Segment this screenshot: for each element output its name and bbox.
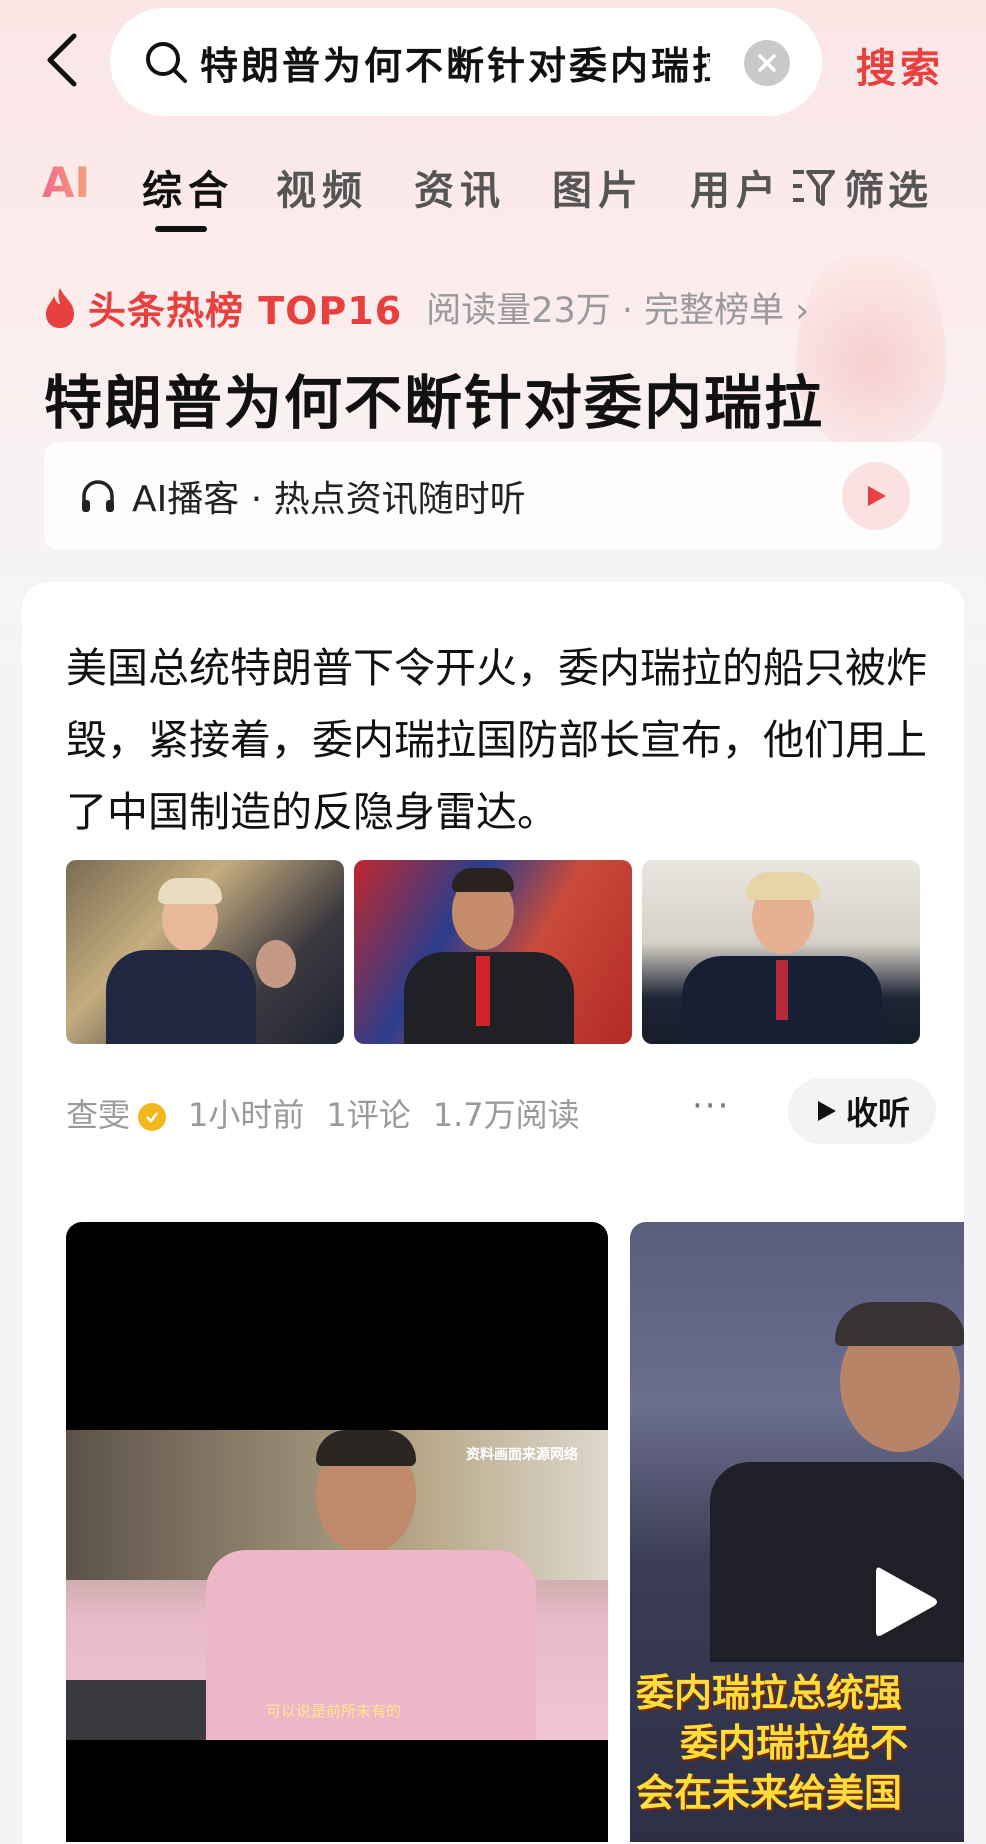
filter-button[interactable]: 筛选 [790, 158, 932, 216]
video-watermark: 资料画面来源网络 [466, 1447, 578, 1463]
page-title: 特朗普为何不断针对委内瑞拉 [44, 369, 825, 437]
person-hair [452, 868, 514, 892]
person-hair [158, 878, 222, 904]
podcast-label: AI播客 · 热点资讯随时听 [132, 479, 526, 520]
hot-list-meta[interactable]: 阅读量23万 · 完整榜单 › [426, 282, 809, 333]
speaker-hair [835, 1302, 964, 1346]
video-subtitle-line-3: 会在未来给美国 [636, 1771, 903, 1815]
video-subtitle-line-2: 委内瑞拉绝不 [680, 1721, 909, 1765]
author-name[interactable]: 查雯 [66, 1090, 167, 1136]
search-input[interactable]: 特朗普为何不断针对委内瑞拉 [200, 35, 710, 90]
article-meta: 查雯 1小时前 1评论 1.7万阅读 ··· 收听 [66, 1078, 936, 1148]
result-card: 美国总统特朗普下令开火，委内瑞拉的船只被炸毁，紧接着，委内瑞拉国防部长宣布，他们… [22, 582, 964, 1844]
search-box[interactable]: 特朗普为何不断针对委内瑞拉 [110, 8, 822, 116]
tab-video[interactable]: 视频 [276, 158, 368, 216]
video-subtitle-1: 可以说是前所未有的 [266, 1702, 402, 1720]
article-summary[interactable]: 美国总统特朗普下令开火，委内瑞拉的船只被炸毁，紧接着，委内瑞拉国防部长宣布，他们… [66, 632, 936, 848]
more-options-button[interactable]: ··· [692, 1086, 730, 1126]
read-count: 1.7万阅读 [432, 1096, 580, 1134]
listen-label: 收听 [845, 1094, 910, 1132]
headphones-icon [82, 480, 114, 512]
speaker-hair [316, 1430, 416, 1466]
flame-icon [46, 287, 74, 328]
back-button[interactable] [40, 30, 90, 90]
article-image-row[interactable] [66, 860, 920, 1044]
tab-news[interactable]: 资讯 [414, 158, 506, 216]
search-button[interactable]: 搜索 [856, 36, 944, 94]
person-tie [476, 956, 490, 1026]
clear-search-button[interactable] [744, 40, 790, 86]
ai-podcast-bar[interactable]: AI播客 · 热点资讯随时听 [44, 442, 942, 550]
video-result-1[interactable]: 资料画面来源网络 可以说是前所未有的 [66, 1222, 608, 1842]
article-image-1[interactable] [66, 860, 344, 1044]
hot-list-banner[interactable]: 头条热榜 TOP16 阅读量23万 · 完整榜单 › [42, 280, 809, 335]
tab-images[interactable]: 图片 [552, 158, 644, 216]
article-image-3[interactable] [642, 860, 920, 1044]
article-image-2[interactable] [354, 860, 632, 1044]
author-label: 查雯 [66, 1096, 131, 1134]
verified-badge-icon [138, 1103, 167, 1131]
chevron-left-icon [47, 33, 77, 87]
video-frame: 资料画面来源网络 可以说是前所未有的 [66, 1430, 608, 1740]
publish-time: 1小时前 [188, 1096, 305, 1134]
person-hair [746, 872, 820, 900]
filter-label: 筛选 [844, 168, 932, 214]
person-tie [776, 960, 788, 1020]
result-tabs: AI 综合 视频 资讯 图片 用户 筛选 [0, 150, 986, 232]
person-suit [106, 950, 256, 1044]
video-subtitle-line-1: 委内瑞拉总统强 [636, 1671, 903, 1715]
tab-ai[interactable]: AI [42, 158, 90, 207]
search-icon [146, 42, 187, 83]
background-person [256, 940, 296, 988]
listen-button[interactable]: 收听 [788, 1078, 936, 1144]
tab-comprehensive[interactable]: 综合 [142, 158, 234, 216]
active-tab-indicator [155, 226, 207, 232]
play-icon [868, 486, 886, 506]
play-icon[interactable] [870, 1562, 940, 1642]
hot-list-label: 头条热榜 TOP16 [88, 289, 403, 333]
video-result-2[interactable]: 委内瑞拉总统强 委内瑞拉绝不 会在未来给美国 [630, 1222, 964, 1842]
laptop [66, 1680, 206, 1740]
filter-icon [793, 170, 835, 206]
close-icon [758, 54, 776, 72]
comment-count: 1评论 [326, 1096, 411, 1134]
tab-users[interactable]: 用户 [690, 158, 782, 216]
play-icon [817, 1101, 836, 1121]
podcast-play-button[interactable] [842, 462, 910, 530]
